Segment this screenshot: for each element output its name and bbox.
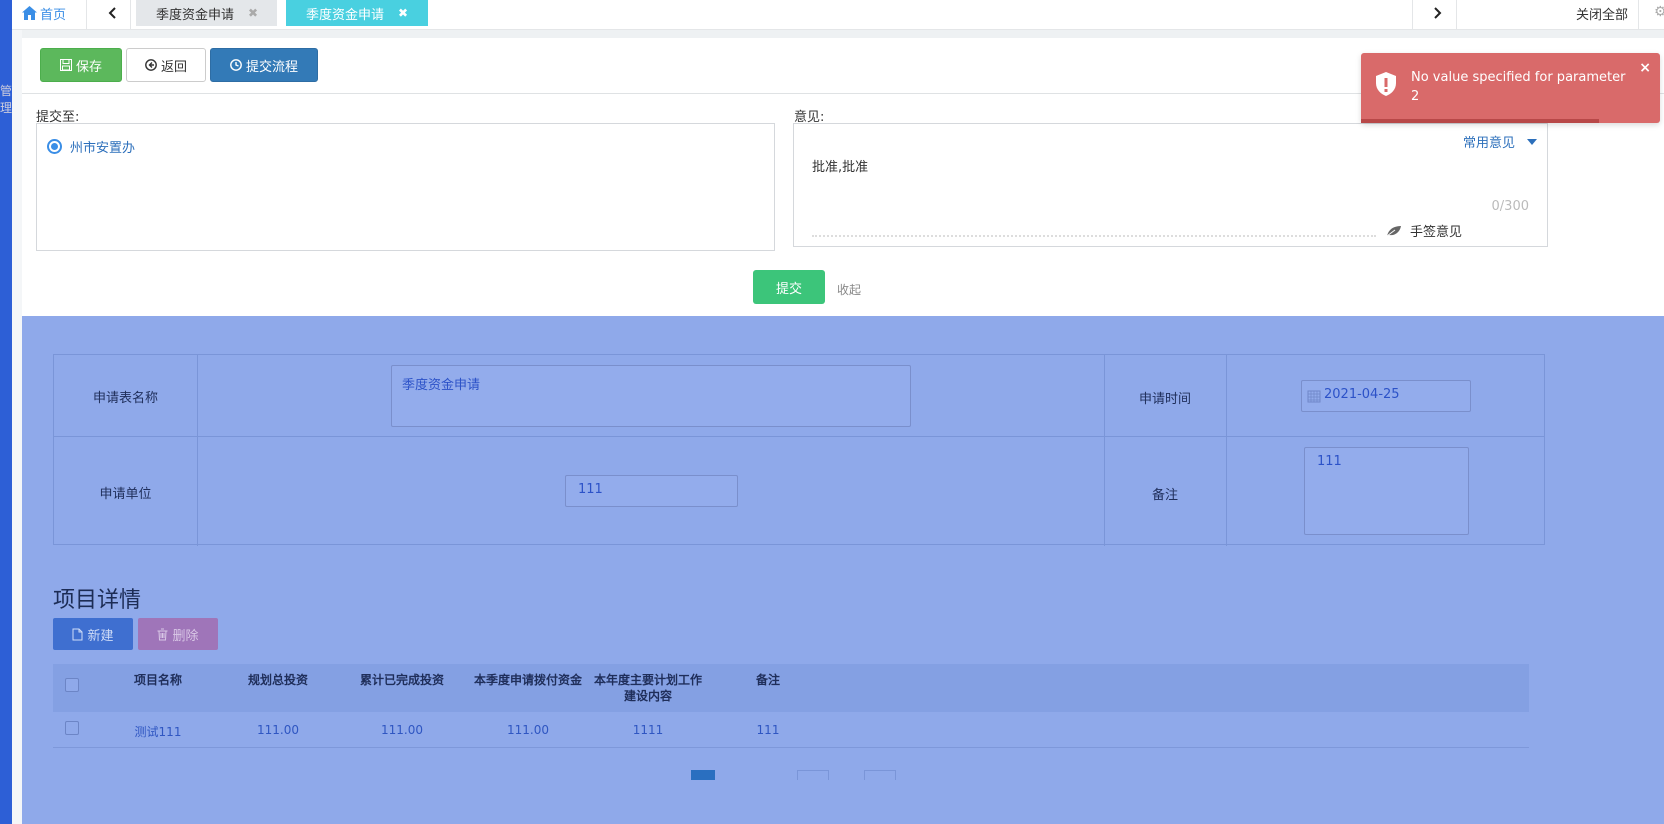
application-date-input[interactable]: 2021-04-25 xyxy=(1301,380,1471,412)
tab-bar: 首页 季度资金申请 ✖ 季度资金申请 ✖ 关闭全部 ⚙ xyxy=(12,0,1664,30)
submit-target-label: 州市安置办 xyxy=(70,141,136,156)
column-header-content-line1: 本年度主要计划工作 xyxy=(593,673,702,687)
tab-divider xyxy=(130,0,131,30)
tab-quarterly-fund-2[interactable]: 季度资金申请 ✖ xyxy=(286,0,428,26)
sidebar-edge-text: 管理 xyxy=(0,84,12,115)
tab-scroll-left-button[interactable] xyxy=(98,0,126,26)
radio-button-selected[interactable] xyxy=(47,139,62,154)
content-gutter xyxy=(12,30,22,824)
cell-quarter: 111.00 xyxy=(507,723,549,737)
application-unit-input[interactable]: 111 xyxy=(565,475,738,507)
collapse-link[interactable]: 收起 xyxy=(837,281,861,298)
delete-button-label: 删除 xyxy=(172,628,199,644)
cell-remark: 111 xyxy=(756,723,780,737)
caret-down-icon xyxy=(1527,138,1537,145)
handsign-button[interactable]: 手签意见 xyxy=(1386,221,1462,240)
shield-warning-icon xyxy=(1376,72,1396,96)
remark-textarea[interactable]: 111 xyxy=(1304,447,1469,535)
chevron-right-icon xyxy=(1434,7,1442,19)
remark-label: 备注 xyxy=(1151,488,1178,503)
column-header-name: 项目名称 xyxy=(133,673,182,687)
application-name-label: 申请表名称 xyxy=(92,391,158,406)
toast-timer-bar xyxy=(1361,119,1599,123)
tab-label: 季度资金申请 xyxy=(306,7,385,23)
tab-home[interactable]: 首页 xyxy=(22,0,66,26)
trash-icon xyxy=(157,628,168,640)
leaf-icon xyxy=(1386,225,1401,236)
form-column-divider xyxy=(197,355,198,546)
column-header-completed: 累计已完成投资 xyxy=(359,673,444,687)
column-header-content-line2: 建设内容 xyxy=(623,689,672,703)
submit-target-option[interactable]: 州市安置办 xyxy=(47,137,135,156)
tab-divider xyxy=(86,0,87,30)
cell-project-name[interactable]: 测试111 xyxy=(113,723,203,740)
cell-content: 1111 xyxy=(632,723,664,737)
submit-flow-button-label: 提交流程 xyxy=(245,59,298,75)
application-form-table: 申请表名称 季度资金申请 申请时间 2021-04-25 申请单位 111 备注… xyxy=(53,354,1545,546)
row-checkbox[interactable] xyxy=(65,721,79,735)
pagination-button[interactable] xyxy=(864,770,896,780)
submit-flow-button[interactable]: 提交流程 xyxy=(210,48,318,82)
tab-scroll-right-button[interactable] xyxy=(1424,0,1452,26)
section-title-project-details: 项目详情 xyxy=(53,588,142,613)
tab-label: 季度资金申请 xyxy=(156,7,235,23)
opinion-box: 常用意见 批准,批准 0/300 手签意见 xyxy=(793,123,1548,247)
handsign-label: 手签意见 xyxy=(1410,225,1463,240)
signature-line xyxy=(812,235,1376,237)
common-opinion-dropdown[interactable]: 常用意见 xyxy=(1463,132,1537,151)
new-button-label: 新建 xyxy=(87,628,114,644)
back-button[interactable]: 返回 xyxy=(126,48,206,82)
tab-divider xyxy=(1412,0,1413,30)
gear-icon[interactable]: ⚙ xyxy=(1654,4,1664,20)
toast-close-button[interactable]: × xyxy=(1639,60,1651,76)
cell-completed: 111.00 xyxy=(381,723,423,737)
column-header-remark: 备注 xyxy=(755,673,780,687)
tab-quarterly-fund-1[interactable]: 季度资金申请 ✖ xyxy=(136,0,277,26)
submit-target-list: 州市安置办 xyxy=(36,123,775,251)
pagination-current-page[interactable] xyxy=(691,770,715,780)
tab-home-label: 首页 xyxy=(40,7,67,23)
clock-icon xyxy=(230,59,242,71)
form-column-divider xyxy=(1226,355,1227,546)
application-time-label: 申请时间 xyxy=(1138,392,1191,407)
column-header-quarter: 本季度申请拨付资金 xyxy=(473,673,582,687)
table-row[interactable]: 测试111 111.00 111.00 111.00 1111 111 xyxy=(53,712,1529,748)
back-button-label: 返回 xyxy=(160,59,187,75)
cell-planned: 111.00 xyxy=(257,723,299,737)
tab-divider xyxy=(1638,0,1639,30)
opinion-textarea[interactable]: 批准,批准 xyxy=(812,156,868,175)
sidebar-collapsed-strip xyxy=(0,0,12,824)
common-opinion-label: 常用意见 xyxy=(1462,136,1515,151)
new-project-button[interactable]: 新建 xyxy=(53,618,133,650)
project-table-header: 项目名称 规划总投资 累计已完成投资 本季度申请拨付资金 本年度主要计划工作 建… xyxy=(53,664,1529,712)
back-circle-icon xyxy=(145,59,157,71)
chevron-left-icon xyxy=(108,7,116,19)
application-unit-label: 申请单位 xyxy=(99,487,152,502)
char-counter: 0/300 xyxy=(1491,199,1529,214)
close-all-tabs-button[interactable]: 关闭全部 xyxy=(1576,0,1628,26)
save-icon xyxy=(59,59,72,71)
application-form-area: 申请表名称 季度资金申请 申请时间 2021-04-25 申请单位 111 备注… xyxy=(22,316,1664,824)
file-icon xyxy=(72,628,83,640)
column-header-planned: 规划总投资 xyxy=(247,673,308,687)
delete-project-button[interactable]: 删除 xyxy=(138,618,218,650)
calendar-icon xyxy=(1307,390,1321,403)
submit-button[interactable]: 提交 xyxy=(753,270,825,304)
tab-close-icon[interactable]: ✖ xyxy=(398,6,408,20)
select-all-checkbox[interactable] xyxy=(65,678,79,692)
column-header-content: 本年度主要计划工作 建设内容 xyxy=(588,672,708,704)
error-toast: No value specified for parameter 2 × xyxy=(1361,53,1660,123)
home-icon xyxy=(22,6,37,20)
save-button-label: 保存 xyxy=(75,59,102,75)
tab-close-icon[interactable]: ✖ xyxy=(248,6,258,20)
application-date-value: 2021-04-25 xyxy=(1324,387,1400,402)
save-button[interactable]: 保存 xyxy=(40,48,122,82)
toast-message: No value specified for parameter 2 xyxy=(1411,70,1626,104)
pagination-button[interactable] xyxy=(797,770,829,780)
tab-divider xyxy=(1456,0,1457,30)
form-column-divider xyxy=(1104,355,1105,546)
application-name-input[interactable]: 季度资金申请 xyxy=(391,365,911,427)
